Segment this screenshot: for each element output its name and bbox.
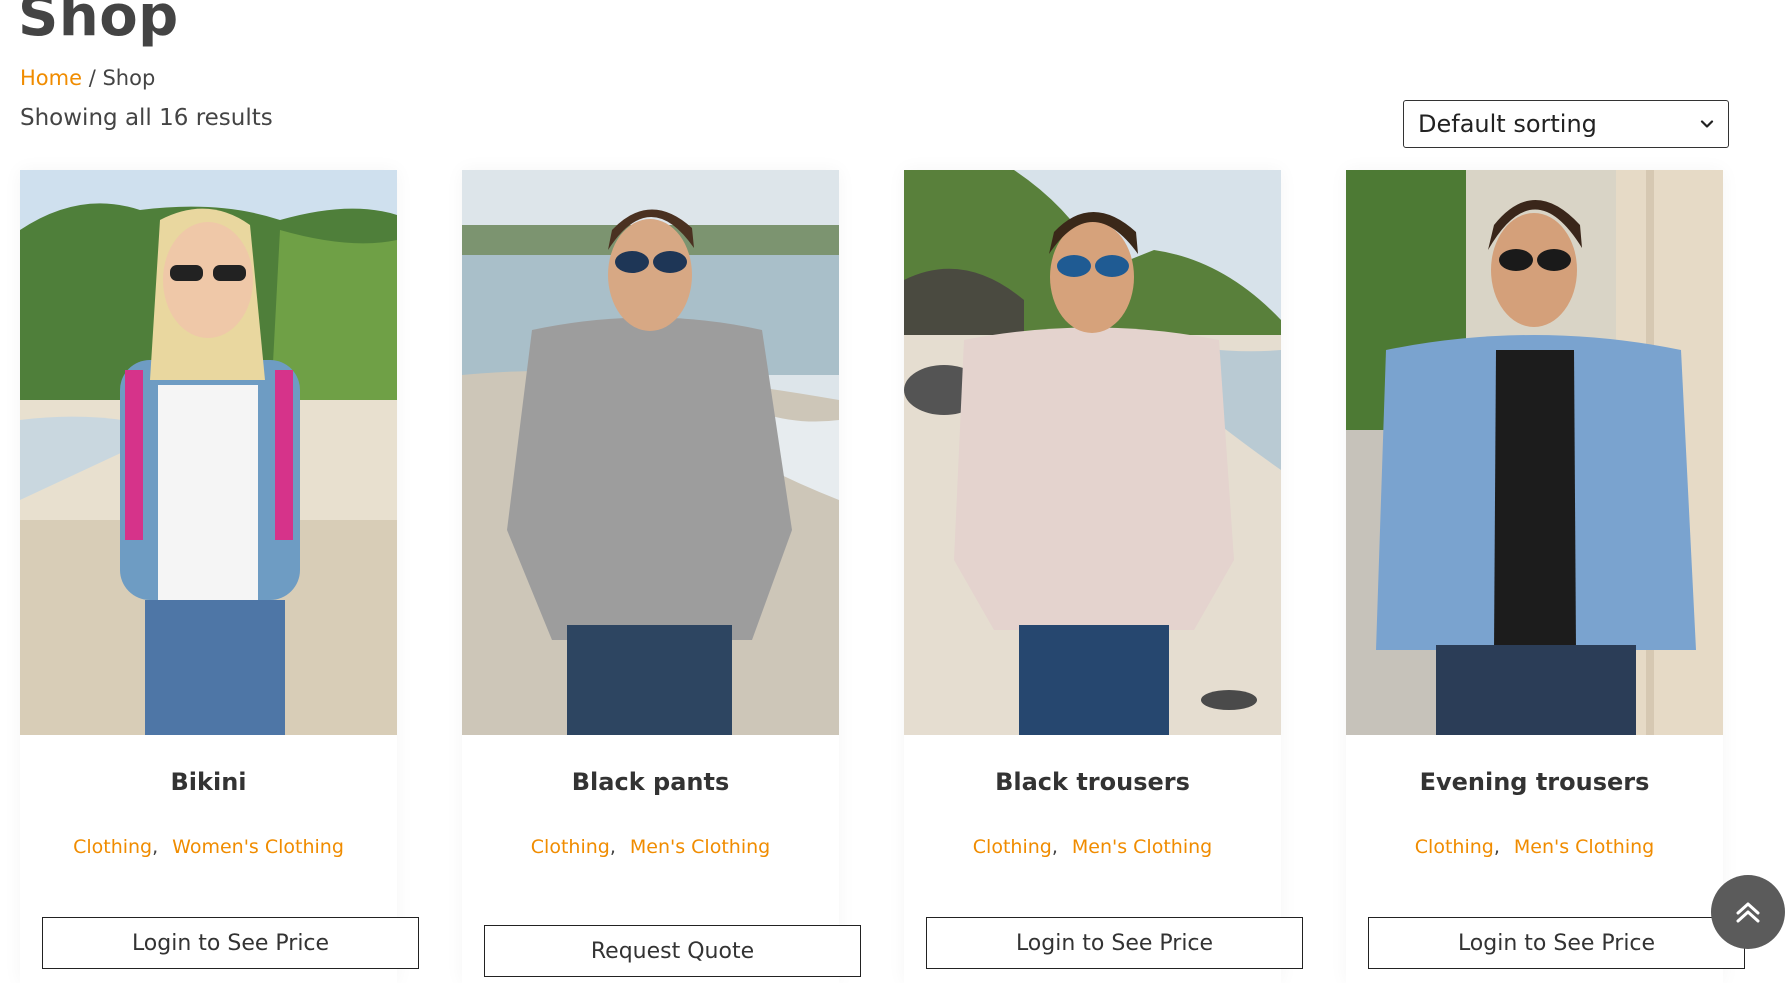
product-title[interactable]: Black pants <box>462 768 839 796</box>
double-chevron-up-icon <box>1736 902 1760 923</box>
product-image[interactable] <box>904 170 1281 735</box>
sorting-select[interactable]: Default sorting <box>1403 100 1729 148</box>
category-link-mens-clothing[interactable]: Men's Clothing <box>1072 836 1212 858</box>
category-link-clothing[interactable]: Clothing <box>73 836 152 858</box>
product-image[interactable] <box>20 170 397 735</box>
breadcrumb: Home / Shop <box>20 66 155 90</box>
scroll-to-top-button[interactable] <box>1711 875 1785 949</box>
product-card: Black pants Clothing, Men's Clothing Requ… <box>462 170 861 983</box>
login-to-see-price-button[interactable]: Login to See Price <box>42 917 419 969</box>
breadcrumb-separator: / <box>88 66 96 90</box>
product-card: Evening trousers Clothing, Men's Clothing… <box>1346 170 1745 983</box>
sorting-selected-value: Default sorting <box>1418 110 1597 138</box>
category-link-womens-clothing[interactable]: Women's Clothing <box>172 836 344 858</box>
chevron-down-icon <box>1700 120 1714 128</box>
product-title[interactable]: Bikini <box>20 768 397 796</box>
breadcrumb-home-link[interactable]: Home <box>20 66 82 90</box>
product-categories: Clothing, Men's Clothing <box>530 836 771 858</box>
product-image[interactable] <box>462 170 839 735</box>
page-title: Shop <box>18 0 179 49</box>
product-categories: Clothing, Women's Clothing <box>73 836 344 858</box>
result-count: Showing all 16 results <box>20 105 273 131</box>
product-card: Bikini Clothing, Women's Clothing Login t… <box>20 170 419 983</box>
category-link-clothing[interactable]: Clothing <box>973 836 1052 858</box>
product-title[interactable]: Black trousers <box>904 768 1281 796</box>
product-image[interactable] <box>1346 170 1723 735</box>
product-card: Black trousers Clothing, Men's Clothing L… <box>904 170 1303 983</box>
product-categories: Clothing, Men's Clothing <box>972 836 1213 858</box>
breadcrumb-current: Shop <box>102 66 156 90</box>
product-categories: Clothing, Men's Clothing <box>1414 836 1655 858</box>
category-link-mens-clothing[interactable]: Men's Clothing <box>630 836 770 858</box>
login-to-see-price-button[interactable]: Login to See Price <box>1368 917 1745 969</box>
product-title[interactable]: Evening trousers <box>1346 768 1723 796</box>
category-link-clothing[interactable]: Clothing <box>531 836 610 858</box>
category-link-mens-clothing[interactable]: Men's Clothing <box>1514 836 1654 858</box>
category-link-clothing[interactable]: Clothing <box>1415 836 1494 858</box>
login-to-see-price-button[interactable]: Login to See Price <box>926 917 1303 969</box>
request-quote-button[interactable]: Request Quote <box>484 925 861 977</box>
